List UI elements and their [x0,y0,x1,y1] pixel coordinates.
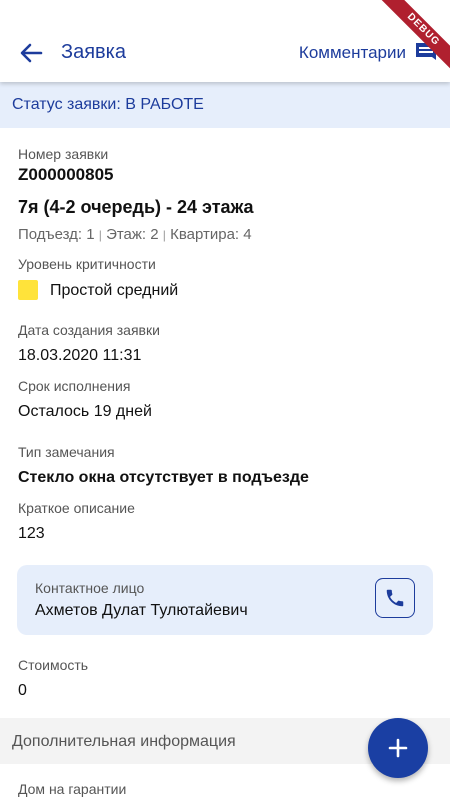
phone-icon [386,589,404,607]
criticality-label: Уровень критичности [18,256,156,272]
criticality-value: Простой средний [50,282,179,299]
warranty-label: Дом на гарантии [18,781,127,797]
plus-icon [388,738,408,758]
request-number: Z000000805 [18,165,114,184]
add-button[interactable] [368,718,428,778]
created-value: 18.03.2020 11:31 [18,347,142,364]
separator: | [162,228,166,242]
comments-button[interactable]: Комментарии [299,40,438,66]
cost-value: 0 [18,682,27,699]
contact-name: Ахметов Дулат Тулютайевич [35,602,248,619]
type-label: Тип замечания [18,444,115,460]
contact-label: Контактное лицо [35,580,145,596]
location-line: Подъезд: 1 | Этаж: 2 | Квартира: 4 [18,226,252,243]
request-number-label: Номер заявки [18,146,109,162]
app-bar: Заявка Комментарии [0,0,450,82]
additional-info-label: Дополнительная информация [12,733,236,750]
criticality-color-swatch [18,280,38,300]
type-value: Стекло окна отсутствует в подъезде [18,469,309,486]
page-title: Заявка [61,41,126,63]
status-bar: Статус заявки: В РАБОТЕ [0,82,450,128]
arrow-left-icon [20,43,43,63]
cost-label: Стоимость [18,657,89,673]
created-label: Дата создания заявки [18,322,160,338]
back-button[interactable] [14,36,48,70]
apartment: Квартира: 4 [170,226,252,243]
floor: Этаж: 2 [106,226,159,243]
status-text: Статус заявки: В РАБОТЕ [12,96,204,113]
building-title: 7я (4-2 очередь) - 24 этажа [18,197,254,217]
separator: | [98,228,102,242]
deadline-value: Осталось 19 дней [18,403,152,420]
comments-label: Комментарии [298,43,406,62]
contact-card: Контактное лицо Ахметов Дулат Тулютайеви… [17,565,433,635]
entrance: Подъезд: 1 [18,226,95,243]
deadline-label: Срок исполнения [18,378,131,394]
description-value: 123 [18,525,45,542]
description-label: Краткое описание [18,500,135,516]
call-button[interactable] [375,578,415,618]
